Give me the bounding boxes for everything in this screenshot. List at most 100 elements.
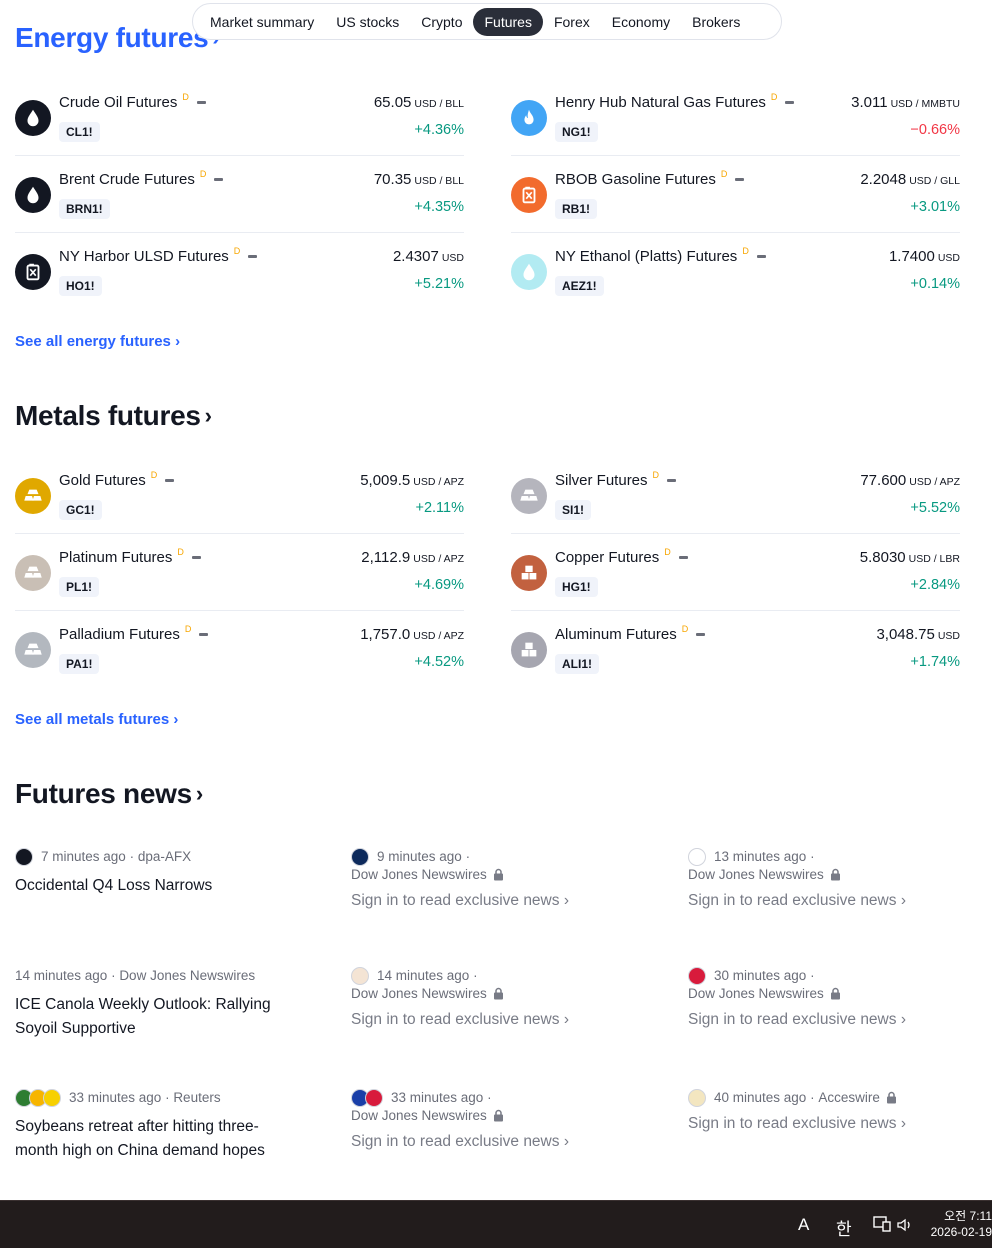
- news-meta: 7 minutes ago · dpa-AFX: [15, 848, 295, 866]
- price-value: 2,112.9 USD / APZ: [361, 549, 464, 566]
- news-item[interactable]: 14 minutes ago · Dow Jones Newswires ICE …: [15, 967, 295, 1041]
- energy-futures-title[interactable]: Energy futures›: [15, 22, 220, 54]
- news-source-icon: [688, 848, 706, 866]
- futures-row[interactable]: Palladium Futures D PA1! 1,757.0 USD / APZ +4…: [15, 611, 464, 688]
- ticker-badge[interactable]: CL1!: [59, 122, 100, 142]
- ticker-badge[interactable]: SI1!: [555, 500, 592, 520]
- futures-row[interactable]: Aluminum Futures D ALI1! 3,048.75 USD +1.74%: [511, 611, 960, 688]
- see-all-metals-link[interactable]: See all metals futures ›: [15, 711, 178, 728]
- news-item[interactable]: 9 minutes ago · Dow Jones Newswires Sign i…: [351, 848, 651, 910]
- sign-in-link[interactable]: Sign in to read exclusive news ›: [351, 1011, 651, 1029]
- flame-icon: [511, 100, 547, 136]
- dash-icon: [735, 178, 745, 181]
- news-item[interactable]: 40 minutes ago · Acceswire Sign in to rea…: [688, 1089, 988, 1133]
- ticker-badge[interactable]: HO1!: [59, 276, 102, 296]
- tab-brokers[interactable]: Brokers: [681, 8, 751, 36]
- news-meta-source: Dow Jones Newswires: [351, 866, 651, 884]
- news-meta-source: Dow Jones Newswires: [688, 985, 988, 1003]
- ticker-badge[interactable]: NG1!: [555, 122, 598, 142]
- futures-row[interactable]: RBOB Gasoline Futures D RB1! 2.2048 USD / GL…: [511, 156, 960, 233]
- news-meta: 13 minutes ago ·: [688, 848, 988, 866]
- sign-in-link[interactable]: Sign in to read exclusive news ›: [688, 1115, 988, 1133]
- futures-news-title[interactable]: Futures news ›: [15, 778, 203, 810]
- futures-name[interactable]: Copper Futures D: [555, 547, 688, 566]
- futures-name[interactable]: Gold Futures D: [59, 469, 175, 489]
- dash-icon: [667, 479, 677, 482]
- sign-in-link[interactable]: Sign in to read exclusive news ›: [351, 1133, 651, 1151]
- futures-name[interactable]: Brent Crude Futures D: [59, 169, 224, 188]
- dash-icon: [248, 255, 258, 258]
- ticker-badge[interactable]: HG1!: [555, 577, 598, 597]
- futures-name[interactable]: RBOB Gasoline Futures D: [555, 169, 745, 188]
- news-item[interactable]: 33 minutes ago · Dow Jones Newswires Sign …: [351, 1089, 651, 1151]
- ticker-badge[interactable]: AEZ1!: [555, 276, 604, 296]
- ticker-badge[interactable]: BRN1!: [59, 199, 110, 219]
- futures-name[interactable]: Henry Hub Natural Gas Futures D: [555, 92, 795, 111]
- tab-us-stocks[interactable]: US stocks: [325, 8, 410, 36]
- futures-name[interactable]: NY Harbor ULSD Futures D: [59, 245, 258, 265]
- news-item[interactable]: 14 minutes ago · Dow Jones Newswires Sign …: [351, 967, 651, 1029]
- futures-name[interactable]: NY Ethanol (Platts) Futures D: [555, 246, 766, 265]
- futures-row[interactable]: NY Harbor ULSD Futures D HO1! 2.4307 USD +5.2…: [15, 233, 464, 310]
- oil-drop-icon: [15, 177, 51, 213]
- futures-row[interactable]: Brent Crude Futures D BRN1! 70.35 USD / BLL +…: [15, 156, 464, 233]
- news-headline[interactable]: Occidental Q4 Loss Narrows: [15, 874, 295, 898]
- change-percent: +2.11%: [415, 500, 464, 516]
- news-headline[interactable]: ICE Canola Weekly Outlook: Rallying Soyo…: [15, 993, 295, 1041]
- delayed-badge: D: [681, 623, 689, 634]
- dash-icon: [165, 479, 175, 482]
- news-source-icon: [365, 1089, 383, 1107]
- change-percent: +4.52%: [414, 654, 464, 670]
- delayed-badge: D: [150, 469, 158, 480]
- sign-in-link[interactable]: Sign in to read exclusive news ›: [351, 892, 651, 910]
- sign-in-link[interactable]: Sign in to read exclusive news ›: [688, 892, 988, 910]
- tab-crypto[interactable]: Crypto: [410, 8, 473, 36]
- ime-language-indicator[interactable]: A: [798, 1215, 809, 1235]
- ticker-badge[interactable]: PA1!: [59, 654, 100, 674]
- ime-korean-indicator[interactable]: 한: [836, 1215, 852, 1240]
- news-source-icon: [15, 848, 33, 866]
- futures-name[interactable]: Aluminum Futures D: [555, 623, 706, 643]
- futures-name[interactable]: Platinum Futures D: [59, 547, 201, 566]
- aluminum-cubes-icon: [511, 632, 547, 668]
- news-source-icon: [43, 1089, 61, 1107]
- news-headline[interactable]: Soybeans retreat after hitting three-mon…: [15, 1115, 295, 1163]
- ticker-badge[interactable]: RB1!: [555, 199, 598, 219]
- tab-forex[interactable]: Forex: [543, 8, 601, 36]
- futures-row[interactable]: Platinum Futures D PL1! 2,112.9 USD / APZ +4.…: [15, 534, 464, 611]
- news-item[interactable]: 30 minutes ago · Dow Jones Newswires Sign …: [688, 967, 988, 1029]
- futures-name[interactable]: Crude Oil Futures D: [59, 92, 206, 111]
- futures-name[interactable]: Silver Futures D: [555, 469, 677, 489]
- system-clock[interactable]: 오전 7:11 2026-02-19: [928, 1208, 992, 1240]
- news-item[interactable]: 7 minutes ago · dpa-AFX Occidental Q4 Los…: [15, 848, 295, 898]
- delayed-badge: D: [233, 245, 241, 256]
- network-icon[interactable]: [873, 1216, 891, 1237]
- dash-icon: [756, 255, 766, 258]
- futures-row[interactable]: Gold Futures D GC1! 5,009.5 USD / APZ +2.11%: [15, 457, 464, 534]
- futures-row[interactable]: Henry Hub Natural Gas Futures D NG1! 3.011 U…: [511, 79, 960, 156]
- delayed-badge: D: [184, 623, 192, 634]
- volume-icon[interactable]: [897, 1217, 913, 1237]
- delayed-badge: D: [652, 469, 660, 480]
- lock-icon: [830, 868, 840, 881]
- change-percent: +5.52%: [910, 500, 960, 516]
- see-all-energy-link[interactable]: See all energy futures ›: [15, 333, 180, 350]
- tab-futures[interactable]: Futures: [473, 7, 543, 36]
- news-item[interactable]: 13 minutes ago · Dow Jones Newswires Sign …: [688, 848, 988, 910]
- futures-row[interactable]: Silver Futures D SI1! 77.600 USD / APZ +5.52%: [511, 457, 960, 534]
- ticker-badge[interactable]: PL1!: [59, 577, 100, 597]
- futures-name[interactable]: Palladium Futures D: [59, 623, 209, 643]
- metals-futures-title[interactable]: Metals futures ›: [15, 400, 212, 432]
- futures-row[interactable]: Copper Futures D HG1! 5.8030 USD / LBR +2.84%: [511, 534, 960, 611]
- sign-in-link[interactable]: Sign in to read exclusive news ›: [688, 1011, 988, 1029]
- chevron-right-icon: ›: [204, 403, 212, 428]
- news-item[interactable]: 33 minutes ago · Reuters Soybeans retreat…: [15, 1089, 295, 1163]
- ticker-badge[interactable]: GC1!: [59, 500, 102, 520]
- tab-economy[interactable]: Economy: [601, 8, 681, 36]
- ticker-badge[interactable]: ALI1!: [555, 654, 599, 674]
- futures-row[interactable]: NY Ethanol (Platts) Futures D AEZ1! 1.7400 U…: [511, 233, 960, 310]
- price-value: 5,009.5 USD / APZ: [360, 472, 464, 489]
- futures-row[interactable]: Crude Oil Futures D CL1! 65.05 USD / BLL +4.3…: [15, 79, 464, 156]
- tab-market-summary[interactable]: Market summary: [199, 8, 325, 36]
- price-value: 2.2048 USD / GLL: [860, 171, 960, 188]
